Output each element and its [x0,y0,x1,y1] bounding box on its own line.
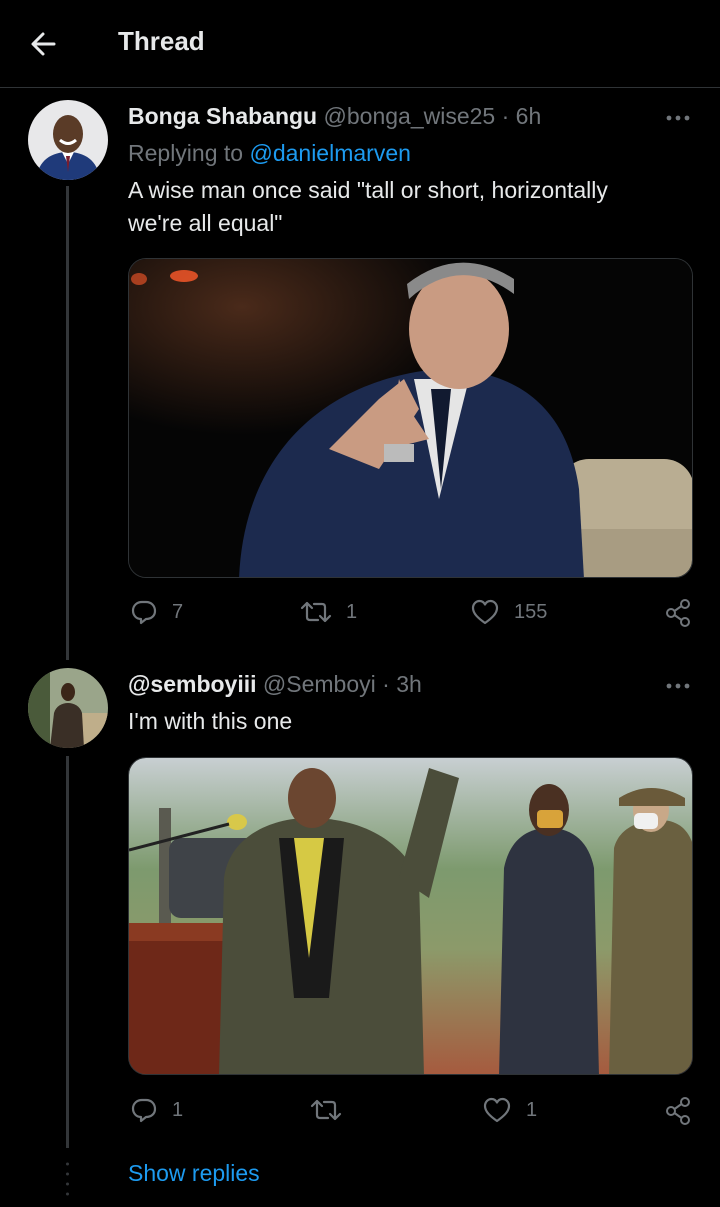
more-options-icon[interactable] [664,676,694,696]
reply-icon [131,1098,157,1123]
like-count: 1 [526,1098,538,1121]
tweet-photo[interactable] [128,757,693,1075]
share-button[interactable] [664,598,692,628]
retweet-count: 1 [346,600,358,623]
avatar[interactable] [28,668,108,748]
user-handle[interactable]: @bonga_wise25 [324,103,496,129]
more-options-icon[interactable] [664,108,694,128]
share-icon [666,599,690,627]
reply-icon [131,600,157,625]
thread-connector-line [66,756,69,1148]
thread-header: Thread [0,0,720,88]
reply-button[interactable]: 1 [130,1096,183,1124]
back-arrow-icon[interactable] [24,26,64,62]
share-button[interactable] [664,1096,692,1126]
timestamp[interactable]: 6h [516,103,542,129]
reply-button[interactable]: 7 [130,598,183,626]
tweet-header: Bonga Shabangu @bonga_wise25 · 6h [128,103,541,130]
page-title: Thread [118,26,205,56]
user-handle[interactable]: @Semboyi [263,671,376,697]
reply-count: 1 [172,1098,184,1121]
tweet-text: A wise man once said "tall or short, hor… [128,174,698,240]
retweet-icon [310,1099,342,1121]
thread-connector-line [66,186,69,660]
replying-label: Replying to [128,140,244,166]
display-name[interactable]: @semboyiii [128,671,257,697]
tweet-text-line: I'm with this one [128,708,293,734]
avatar[interactable] [28,100,108,180]
tweet-text: I'm with this one [128,705,698,738]
replying-to: Replying to @danielmarven [128,140,411,167]
display-name[interactable]: Bonga Shabangu [128,103,317,129]
like-button[interactable]: 155 [470,598,547,626]
heart-icon [483,1097,511,1123]
heart-icon [471,599,499,625]
tweet-photo[interactable] [128,258,693,578]
tweet-text-line: we're all equal" [128,210,283,236]
tweet-text-line: A wise man once said "tall or short, hor… [128,177,608,203]
timestamp[interactable]: 3h [396,671,422,697]
like-button[interactable]: 1 [482,1096,537,1124]
reply-count: 7 [172,600,184,623]
show-replies-link[interactable]: Show replies [128,1160,260,1187]
separator-dot: · [382,671,390,697]
more-replies-dots [66,1160,69,1196]
replying-to-handle[interactable]: @danielmarven [249,140,410,166]
retweet-icon [300,601,332,623]
separator-dot: · [501,103,510,129]
like-count: 155 [514,600,548,623]
tweet-header: @semboyiii @Semboyi · 3h [128,671,422,698]
retweet-button[interactable] [310,1096,356,1124]
share-icon [666,1097,690,1125]
retweet-button[interactable]: 1 [300,598,357,626]
